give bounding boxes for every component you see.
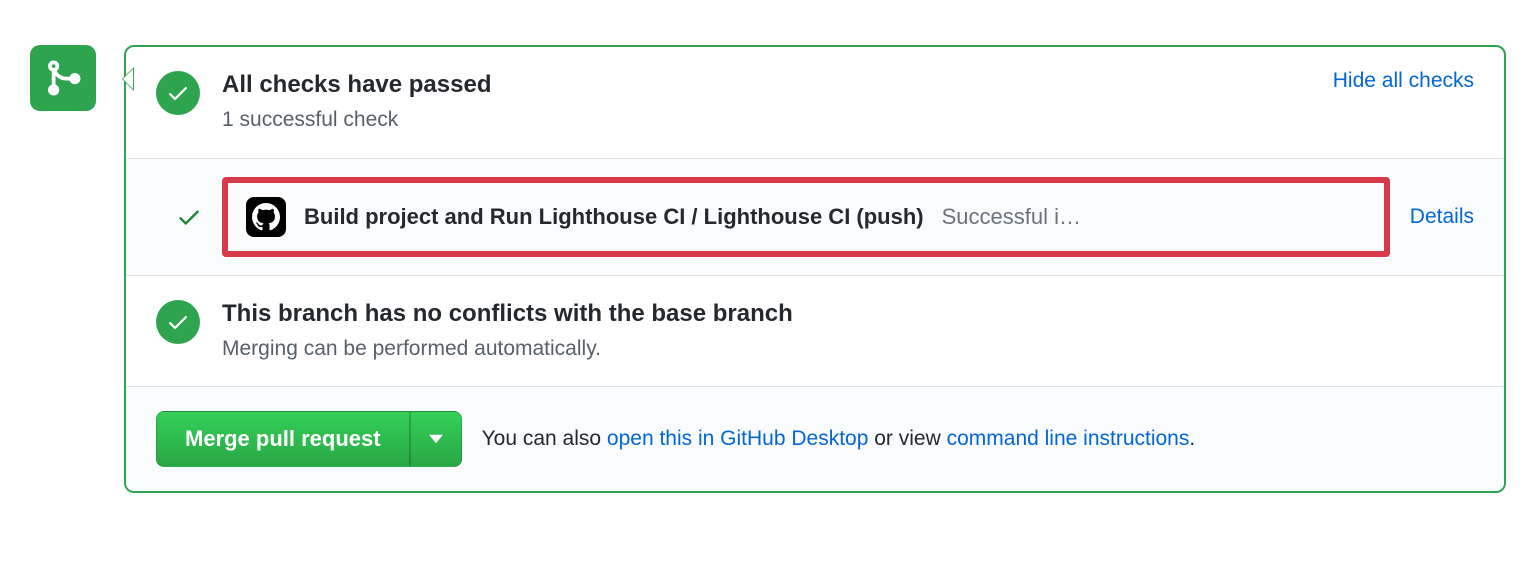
checks-summary-section: All checks have passed 1 successful chec…: [126, 47, 1504, 159]
github-actions-avatar: [246, 197, 286, 237]
merge-help-prefix: You can also: [482, 427, 607, 450]
check-success-icon: [176, 204, 202, 230]
merge-pull-request-button[interactable]: Merge pull request: [156, 411, 410, 467]
check-details-link[interactable]: Details: [1410, 205, 1474, 229]
github-icon: [252, 203, 280, 231]
merge-options-dropdown[interactable]: [410, 411, 462, 467]
merge-help-suffix: .: [1189, 427, 1195, 450]
cli-instructions-link[interactable]: command line instructions: [947, 427, 1190, 450]
open-desktop-link[interactable]: open this in GitHub Desktop: [607, 427, 868, 450]
conflicts-subtitle: Merging can be performed automatically.: [222, 333, 1474, 365]
git-merge-badge: [30, 45, 96, 111]
toggle-checks-link[interactable]: Hide all checks: [1333, 69, 1474, 93]
check-icon: [166, 81, 190, 105]
merge-help-middle: or view: [868, 427, 946, 450]
success-status-circle: [156, 71, 200, 115]
checks-subtitle: 1 successful check: [222, 104, 1313, 136]
checks-title: All checks have passed: [222, 69, 1313, 100]
merge-footer: Merge pull request You can also open thi…: [126, 387, 1504, 491]
conflicts-section: This branch has no conflicts with the ba…: [126, 276, 1504, 388]
check-row: Build project and Run Lighthouse CI / Li…: [126, 159, 1504, 276]
check-icon: [166, 310, 190, 334]
merge-status-panel: All checks have passed 1 successful chec…: [124, 45, 1506, 493]
check-highlight: Build project and Run Lighthouse CI / Li…: [222, 177, 1390, 257]
conflicts-title: This branch has no conflicts with the ba…: [222, 298, 1474, 329]
caret-down-icon: [429, 434, 443, 444]
git-merge-icon: [43, 58, 83, 98]
success-status-circle: [156, 300, 200, 344]
check-name: Build project and Run Lighthouse CI / Li…: [304, 204, 924, 230]
check-status-text: Successful i…: [942, 204, 1081, 230]
merge-help-text: You can also open this in GitHub Desktop…: [482, 427, 1196, 451]
